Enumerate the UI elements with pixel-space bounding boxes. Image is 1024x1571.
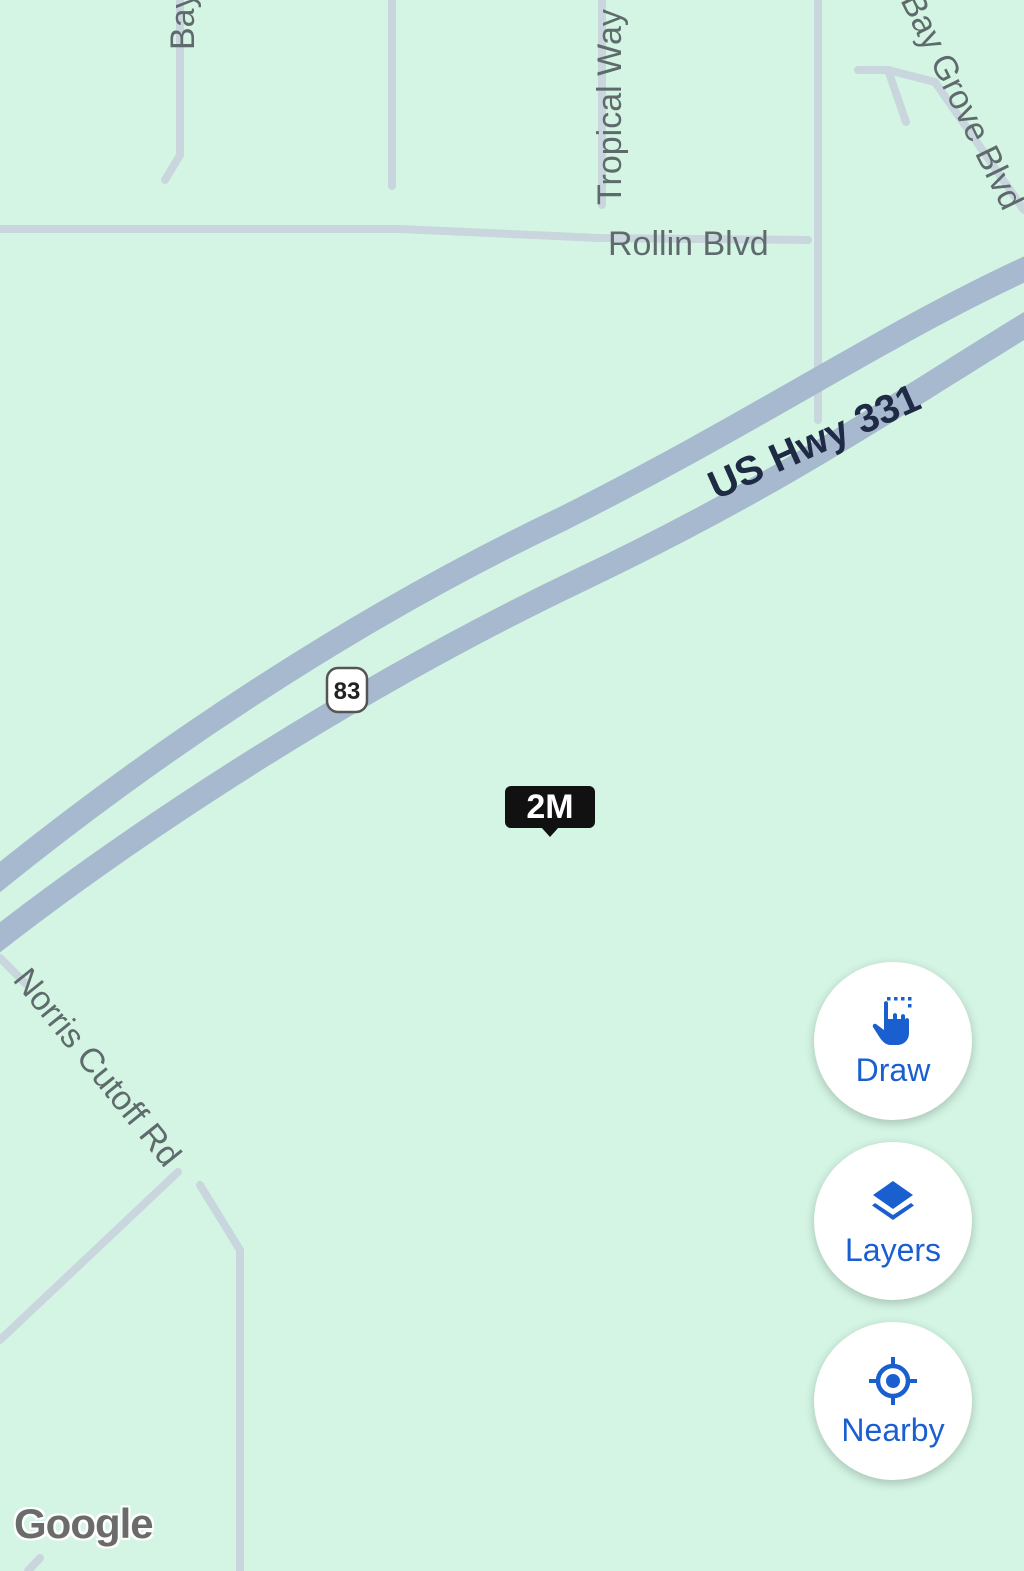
- draw-button-label: Draw: [855, 1052, 931, 1088]
- listing-price-marker[interactable]: 2M: [505, 786, 595, 837]
- road-label-tropical-way: Tropical Way: [591, 9, 629, 205]
- route-shield-number: 83: [334, 678, 361, 705]
- layers-button[interactable]: Layers: [814, 1142, 972, 1300]
- layers-button-label: Layers: [844, 1232, 942, 1268]
- road-label-rollin-blvd: Rollin Blvd: [608, 225, 769, 263]
- draw-button[interactable]: Draw: [814, 962, 972, 1120]
- nearby-button[interactable]: Nearby: [814, 1322, 972, 1480]
- location-target-icon: [869, 1357, 917, 1405]
- google-logo: Google: [14, 1500, 154, 1547]
- road-label-bay: Bay: [164, 0, 202, 50]
- nearby-button-label: Nearby: [841, 1412, 945, 1448]
- route-shield: 83: [325, 666, 369, 714]
- layers-icon: [872, 1181, 914, 1220]
- pointing-hand-icon: [872, 997, 912, 1045]
